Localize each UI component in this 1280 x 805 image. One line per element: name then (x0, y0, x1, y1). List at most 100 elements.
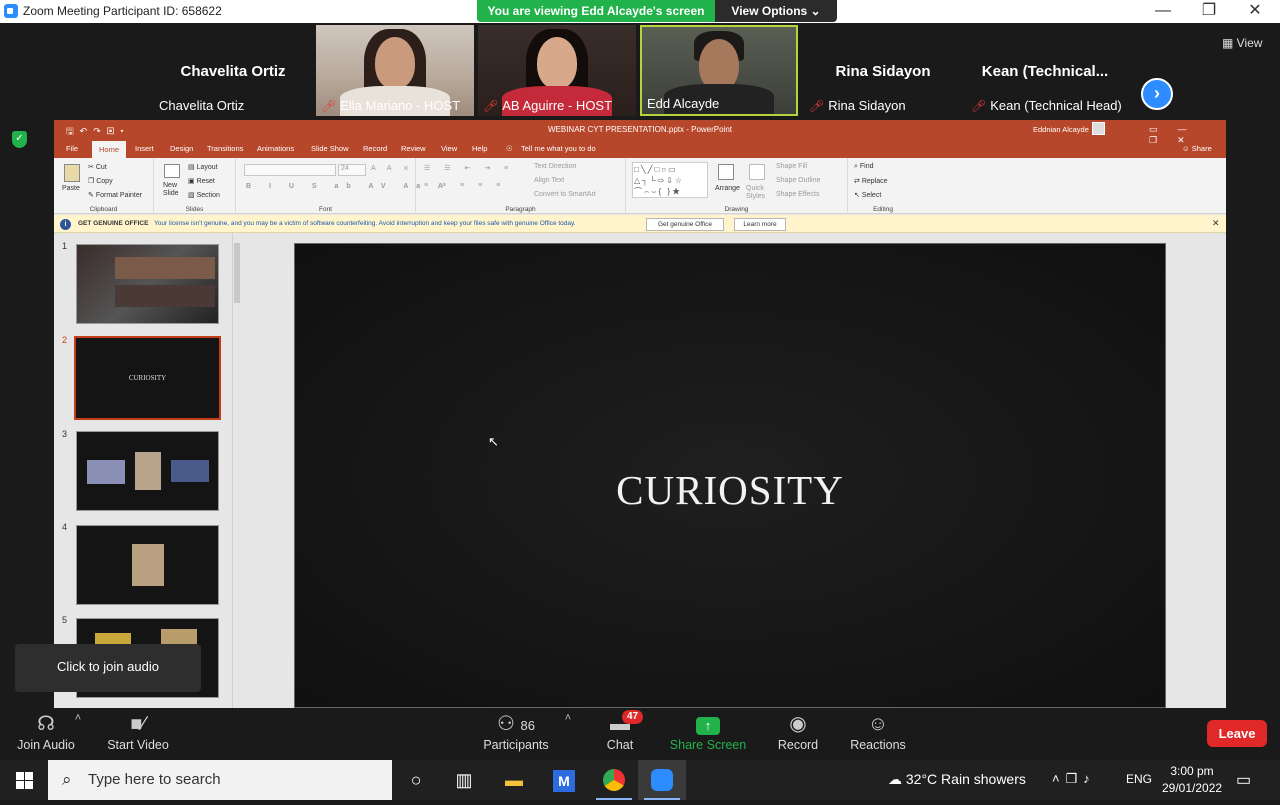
arrange-button[interactable]: Arrange (715, 185, 740, 192)
slide-canvas[interactable]: CURIOSITY (294, 243, 1166, 708)
shape-fill-button[interactable]: Shape Fill (776, 163, 807, 170)
thumbnail-image (115, 285, 215, 307)
shape-outline-button[interactable]: Shape Outline (776, 177, 820, 184)
participants-button[interactable]: ⚇ 86 Participants (478, 708, 554, 760)
windows-start-icon[interactable] (0, 760, 48, 800)
chat-button[interactable]: ▬ 47 Chat (596, 708, 644, 760)
tab-insert[interactable]: Insert (135, 144, 154, 153)
close-icon[interactable]: ✕ (1212, 218, 1220, 229)
text-direction-button[interactable]: Text Direction (534, 163, 576, 170)
reactions-button[interactable]: ☺ Reactions (846, 708, 910, 760)
participant-tile[interactable]: Chavelita Ortiz Chavelita Ortiz (154, 25, 312, 116)
license-warning-bar: i GET GENUINE OFFICE Your license isn't … (54, 215, 1226, 233)
minimize-button[interactable]: — (1140, 1, 1186, 23)
list-buttons[interactable]: ☰ ☰ ⇤ ⇥ ≡ (424, 164, 514, 172)
get-genuine-office-button[interactable]: Get genuine Office (646, 218, 724, 231)
notification-icon[interactable]: ▭ (1236, 770, 1251, 790)
learn-more-button[interactable]: Learn more (734, 218, 786, 231)
system-tray[interactable]: ˄❐♪ (1052, 771, 1096, 787)
ribbon: Paste ✂ Cut ❐ Copy ✎ Format Painter Clip… (54, 158, 1226, 214)
select-button[interactable]: ↖ Select (854, 191, 881, 199)
format-painter-button[interactable]: ✎ Format Painter (88, 191, 142, 199)
participant-gallery: Chavelita Ortiz Chavelita Ortiz 🎤︎ Ella M… (0, 23, 1280, 118)
share-button[interactable]: ☺ Share (1182, 144, 1212, 153)
convert-smartart-button[interactable]: Convert to SmartArt (534, 191, 596, 198)
slide-thumbnail-selected[interactable]: CURIOSITY (74, 336, 221, 420)
slide-thumbnail[interactable] (76, 244, 219, 324)
font-name-dropdown[interactable] (244, 164, 336, 176)
chrome-icon[interactable] (590, 760, 638, 800)
tab-animations[interactable]: Animations (257, 144, 294, 153)
language-indicator[interactable]: ENG (1126, 772, 1152, 786)
weather-widget[interactable]: ☁ 32°C Rain showers (888, 771, 1026, 788)
taskbar-search-box[interactable]: ⌕ Type here to search (48, 760, 392, 800)
font-size-dropdown[interactable]: 24 (338, 164, 366, 176)
find-button[interactable]: ⌕ Find (854, 163, 874, 171)
taskbar-clock[interactable]: 3:00 pm 29/01/2022 (1162, 763, 1222, 797)
align-buttons[interactable]: ≡ ≡ ≡ ≡ ≡ (424, 182, 506, 189)
participant-tile-active-speaker[interactable]: Edd Alcayde (640, 25, 798, 116)
tab-file[interactable]: File (66, 144, 78, 153)
tab-help[interactable]: Help (472, 144, 487, 153)
tab-transitions[interactable]: Transitions (207, 144, 243, 153)
reset-button[interactable]: ▣ Reset (188, 177, 215, 185)
participants-chevron-up-icon[interactable]: ˄ (560, 712, 576, 732)
participant-tile[interactable]: Rina Sidayon 🎤︎ Rina Sidayon (804, 25, 962, 116)
shape-effects-button[interactable]: Shape Effects (776, 191, 819, 198)
task-view-icon[interactable]: ▥ (440, 760, 488, 800)
paste-button[interactable]: Paste (62, 185, 80, 192)
thumbnail-scrollbar[interactable] (232, 233, 240, 708)
shapes-gallery[interactable]: □╲╱□○▭ △┐└⇨⇩☆ ⌒⌢⌣{ }★ (632, 162, 708, 198)
app-icon[interactable]: M (540, 760, 588, 800)
participant-label: 🎤︎ AB Aguirre - HOST (480, 97, 615, 114)
zoom-taskbar-icon[interactable] (638, 760, 686, 800)
close-button[interactable]: ✕ (1232, 1, 1278, 23)
new-slide-button[interactable]: New Slide (163, 182, 183, 198)
tab-home[interactable]: Home (92, 141, 126, 158)
align-text-button[interactable]: Align Text (534, 177, 564, 184)
slide-title[interactable]: CURIOSITY (295, 466, 1165, 514)
tab-design[interactable]: Design (170, 144, 193, 153)
font-size-buttons[interactable]: A A ⨯ (371, 164, 414, 172)
zoom-logo-icon (4, 4, 18, 18)
file-explorer-icon[interactable]: ▬ (490, 760, 538, 800)
tab-review[interactable]: Review (401, 144, 426, 153)
ppt-window-controls[interactable]: ▭—❐✕ (1149, 124, 1226, 146)
layout-icon: ▤ (188, 164, 197, 171)
participant-label-text: Chavelita Ortiz (159, 98, 245, 113)
replace-button[interactable]: ⇄ Replace (854, 177, 888, 185)
join-audio-tooltip[interactable]: Click to join audio (15, 644, 201, 692)
security-shield-icon[interactable]: ✓ (12, 131, 27, 148)
slide-scrollbar[interactable] (1218, 233, 1226, 708)
record-button[interactable]: ◉ Record (770, 708, 826, 760)
participant-tile[interactable]: 🎤︎ Ella Mariano - HOST (316, 25, 474, 116)
maximize-button[interactable]: ❐ (1186, 1, 1232, 23)
participant-label: Chavelita Ortiz (156, 97, 247, 114)
quick-styles-button[interactable]: Quick Styles (746, 185, 772, 201)
share-banner: You are viewing Edd Alcayde's screen Vie… (477, 0, 837, 22)
section-button[interactable]: ▧ Section (188, 191, 220, 199)
start-video-button[interactable]: ■∕ Start Video (100, 708, 176, 760)
tab-record[interactable]: Record (363, 144, 387, 153)
license-message[interactable]: Your license isn't genuine, and you may … (154, 220, 576, 227)
leave-button[interactable]: Leave (1207, 720, 1267, 747)
view-options-button[interactable]: View Options ⌄ (715, 0, 837, 22)
participant-tile[interactable]: 🎤︎ AB Aguirre - HOST (478, 25, 636, 116)
copy-button[interactable]: ❐ Copy (88, 177, 113, 185)
slide-thumbnail[interactable] (76, 525, 219, 605)
tell-me-search[interactable]: Tell me what you to do (521, 144, 596, 153)
participant-tile[interactable]: Kean (Technical... 🎤︎ Kean (Technical Hea… (966, 25, 1124, 116)
cortana-icon[interactable]: ○ (392, 760, 440, 800)
cut-button[interactable]: ✂ Cut (88, 163, 107, 171)
view-button[interactable]: ▦ View (1222, 36, 1262, 50)
tab-view[interactable]: View (441, 144, 457, 153)
tab-slide-show[interactable]: Slide Show (311, 144, 349, 153)
slide-thumbnail[interactable] (76, 431, 219, 511)
scrollbar-thumb[interactable] (234, 243, 240, 303)
audio-options-chevron-up-icon[interactable]: ˄ (70, 712, 86, 732)
mouse-cursor-icon: ↖ (488, 434, 499, 449)
viewing-status: You are viewing Edd Alcayde's screen (477, 0, 715, 22)
layout-button[interactable]: ▤ Layout (188, 163, 218, 171)
share-screen-button[interactable]: ↑ Share Screen (668, 708, 748, 760)
chevron-right-icon[interactable]: › (1141, 78, 1173, 110)
